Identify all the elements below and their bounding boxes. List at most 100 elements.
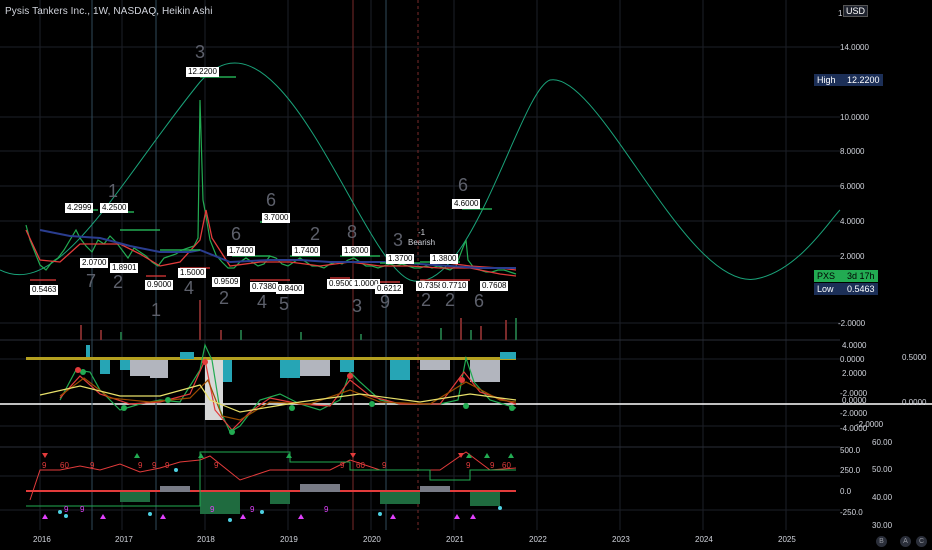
price-box: 0.9509 — [212, 277, 241, 287]
osc-axis-label-right: -2.0000 — [856, 420, 884, 429]
osc-axis-label-right: 0.5000 — [902, 353, 927, 362]
price-box: 1.7400 — [227, 246, 256, 256]
wave-count: 1 — [108, 181, 119, 201]
price-box: 1.8000 — [342, 246, 371, 256]
osc-marker: 9 — [324, 505, 329, 514]
wave-count: 6 — [458, 175, 469, 195]
price-box: 4.2500 — [100, 203, 129, 213]
price-box: 0.9000 — [145, 280, 174, 290]
price-box: 12.2200 — [186, 67, 219, 77]
bottom-b-icon[interactable]: B — [876, 536, 887, 547]
osc-marker: 60 — [60, 461, 69, 470]
osc-axis-label: 0.0000 — [840, 355, 865, 364]
price-box: 0.7380 — [250, 282, 279, 292]
price-axis-top: 1 — [838, 9, 843, 18]
price-box: 1.3700 — [386, 254, 415, 264]
wave-count: 2 — [113, 272, 124, 292]
osc-axis-label: 2.0000 — [842, 369, 867, 378]
osc-axis-label: 0.0000 — [842, 396, 867, 405]
osc-marker: 9 — [210, 505, 215, 514]
wave-count: 6 — [474, 291, 485, 311]
osc2-axis-label: 500.0 — [840, 446, 861, 455]
time-axis-label: 2020 — [363, 535, 381, 544]
osc-marker: 9 — [138, 461, 143, 470]
osc-marker: 9 — [382, 461, 387, 470]
price-box: 0.7608 — [480, 281, 509, 291]
osc2-axis-label: -250.0 — [840, 508, 863, 517]
price-box: 1.7400 — [292, 246, 321, 256]
time-axis-label: 2023 — [612, 535, 630, 544]
time-axis-label: 2016 — [33, 535, 51, 544]
osc2-axis-label-right: 50.00 — [872, 465, 893, 474]
osc2-axis-label: 0.0 — [840, 487, 852, 496]
bottom-a-icon[interactable]: A — [900, 536, 911, 547]
osc-marker: 9 — [90, 461, 95, 470]
osc-axis-label: 4.0000 — [842, 341, 867, 350]
wave-count: 7 — [86, 271, 97, 291]
wave-count: 3 — [195, 42, 206, 62]
price-axis-label: 14.0000 — [840, 43, 869, 52]
wave-count: 2 — [421, 290, 432, 310]
wave-count: 8 — [347, 222, 358, 242]
time-axis-label: 2017 — [115, 535, 133, 544]
price-box: 4.2999 — [65, 203, 94, 213]
osc-marker: 9 — [42, 461, 47, 470]
osc-marker: 60 — [356, 461, 365, 470]
wave-count: 6 — [266, 190, 277, 210]
low-badge: Low 0.5463 — [814, 283, 878, 295]
wave-count: 4 — [257, 292, 268, 312]
chart-title: Pysis Tankers Inc., 1W, NASDAQ, Heikin A… — [5, 6, 213, 17]
price-box: 0.5463 — [30, 285, 59, 295]
wave-count: 1 — [151, 300, 162, 320]
osc-marker: 9 — [165, 461, 170, 470]
bottom-c-icon[interactable]: C — [916, 536, 927, 547]
currency-button[interactable]: USD — [843, 5, 869, 17]
price-box: 1.5000 — [178, 268, 207, 278]
wave-count: 9 — [380, 292, 391, 312]
bearish-label: Bearish — [408, 238, 436, 247]
price-box: 3.7000 — [262, 213, 291, 223]
osc2-axis-label-right: 60.00 — [872, 438, 893, 447]
time-axis-label: 2025 — [778, 535, 796, 544]
osc2-axis-label-right: 30.00 — [872, 521, 893, 530]
osc2-axis-label-right: 40.00 — [872, 493, 893, 502]
wave-count: 3 — [393, 230, 404, 250]
price-box: 0.8400 — [276, 284, 305, 294]
price-axis-label: 10.0000 — [840, 113, 869, 122]
wave-count: 3 — [352, 296, 363, 316]
price-axis-label: -2.0000 — [838, 319, 866, 328]
osc-marker: 9 — [490, 461, 495, 470]
osc-axis-label: -2.0000 — [840, 409, 868, 418]
osc-marker: 9 — [340, 461, 345, 470]
wave-count: 5 — [279, 294, 290, 314]
time-axis-label: 2022 — [529, 535, 547, 544]
price-axis-label: 8.0000 — [840, 147, 865, 156]
osc-marker: 9 — [152, 461, 157, 470]
price-box: 4.6000 — [452, 199, 481, 209]
bearish-value: -1 — [418, 228, 426, 237]
time-axis-label: 2019 — [280, 535, 298, 544]
time-axis-label: 2021 — [446, 535, 464, 544]
osc-marker: 60 — [502, 461, 511, 470]
price-axis-label: 6.0000 — [840, 182, 865, 191]
osc-marker: 9 — [250, 505, 255, 514]
price-box: 1.3800 — [430, 254, 459, 264]
ticker-badge: PXS 3d 17h — [814, 270, 878, 282]
wave-count: 6 — [231, 224, 242, 244]
osc-marker: 9 — [80, 505, 85, 514]
osc-axis-label-right: 0.0000 — [902, 398, 927, 407]
price-axis-label: 4.0000 — [840, 217, 865, 226]
time-axis-label: 2018 — [197, 535, 215, 544]
price-box: 2.0700 — [80, 258, 109, 268]
high-badge: High 12.2200 — [814, 74, 883, 86]
osc-marker: 9 — [466, 461, 471, 470]
price-axis-label: 2.0000 — [840, 252, 865, 261]
wave-count: 2 — [310, 224, 321, 244]
osc-marker: 9 — [214, 461, 219, 470]
wave-count: 2 — [219, 288, 230, 308]
wave-count: 2 — [445, 290, 456, 310]
wave-count: 4 — [184, 278, 195, 298]
osc2-axis-label: 250.0 — [840, 466, 861, 475]
time-axis-label: 2024 — [695, 535, 713, 544]
osc-marker: 9 — [64, 505, 69, 514]
